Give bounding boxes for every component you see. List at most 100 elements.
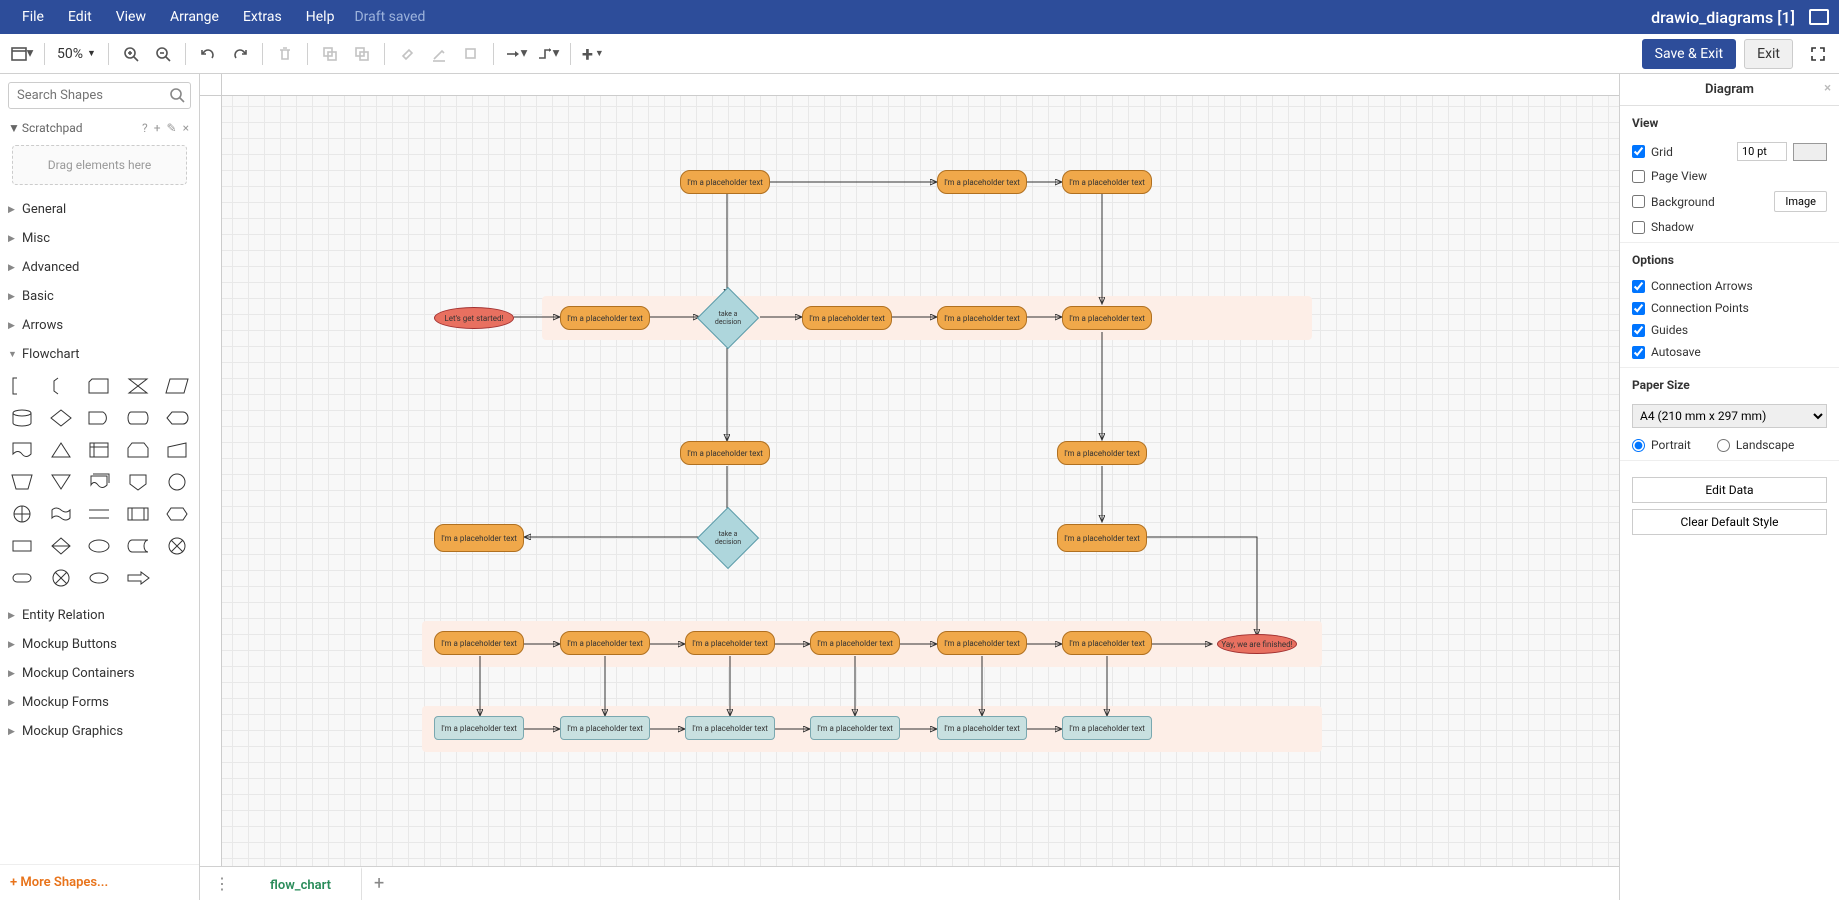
flow-node-proc[interactable]: I'm a placeholder text: [685, 631, 775, 655]
zoom-level[interactable]: 50%▼: [53, 46, 100, 62]
flow-node-proc[interactable]: I'm a placeholder text: [1057, 441, 1147, 465]
flow-node-sub[interactable]: I'm a placeholder text: [434, 716, 524, 740]
shape-merge[interactable]: [45, 469, 78, 495]
shape-terminator[interactable]: [6, 565, 39, 591]
flow-node-proc[interactable]: I'm a placeholder text: [1062, 631, 1152, 655]
to-back-button[interactable]: [348, 40, 376, 68]
add-page-tab-button[interactable]: +: [362, 873, 396, 894]
undo-button[interactable]: [194, 40, 222, 68]
menu-view[interactable]: View: [104, 0, 158, 34]
shape-ellipse2[interactable]: [83, 565, 116, 591]
conn-points-checkbox[interactable]: [1632, 302, 1645, 315]
category-mockup-forms[interactable]: ▶Mockup Forms: [0, 688, 199, 717]
flow-node-end[interactable]: Yay, we are finished!: [1217, 634, 1297, 654]
scratchpad-help-icon[interactable]: ?: [140, 121, 150, 135]
category-mockup-buttons[interactable]: ▶Mockup Buttons: [0, 630, 199, 659]
shape-offpage[interactable]: [122, 469, 155, 495]
view-mode-button[interactable]: ▾: [8, 40, 36, 68]
shape-process[interactable]: [6, 533, 39, 559]
shape-multi-doc[interactable]: [83, 469, 116, 495]
scratchpad-add-icon[interactable]: +: [152, 121, 163, 135]
menu-help[interactable]: Help: [294, 0, 347, 34]
window-icon[interactable]: [1809, 9, 1829, 25]
shape-connector[interactable]: [160, 469, 193, 495]
flow-node-proc[interactable]: I'm a placeholder text: [1062, 170, 1152, 194]
flow-node-proc[interactable]: I'm a placeholder text: [560, 631, 650, 655]
shape-direct-data[interactable]: [122, 405, 155, 431]
insert-button[interactable]: +▼: [579, 40, 607, 68]
shape-start[interactable]: [83, 533, 116, 559]
autosave-checkbox[interactable]: [1632, 346, 1645, 359]
shape-preparation[interactable]: [160, 501, 193, 527]
fill-color-button[interactable]: [393, 40, 421, 68]
shape-summing2[interactable]: [45, 565, 78, 591]
shape-tape[interactable]: [45, 501, 78, 527]
category-arrows[interactable]: ▶Arrows: [0, 311, 199, 340]
shape-extract[interactable]: [45, 437, 78, 463]
category-advanced[interactable]: ▶Advanced: [0, 253, 199, 282]
shape-manual-input[interactable]: [160, 437, 193, 463]
shape-card[interactable]: [83, 373, 116, 399]
grid-checkbox[interactable]: [1632, 145, 1645, 158]
flow-node-proc[interactable]: I'm a placeholder text: [680, 441, 770, 465]
document-title[interactable]: drawio_diagrams [1]: [1651, 8, 1795, 27]
flow-node-sub[interactable]: I'm a placeholder text: [560, 716, 650, 740]
shape-annotation[interactable]: [6, 373, 39, 399]
flow-node-decision[interactable]: take a decision: [697, 507, 759, 569]
portrait-radio[interactable]: [1632, 439, 1645, 452]
delete-button[interactable]: [271, 40, 299, 68]
shape-predef-process[interactable]: [122, 501, 155, 527]
search-shapes-input[interactable]: [8, 82, 191, 109]
flow-node-proc[interactable]: I'm a placeholder text: [1062, 306, 1152, 330]
shadow-checkbox[interactable]: [1632, 221, 1645, 234]
shape-sort[interactable]: [45, 533, 78, 559]
flow-node-proc[interactable]: I'm a placeholder text: [434, 631, 524, 655]
flow-node-start[interactable]: Let's get started!: [434, 307, 514, 329]
shape-or[interactable]: [6, 501, 39, 527]
background-checkbox[interactable]: [1632, 195, 1645, 208]
category-mockup-containers[interactable]: ▶Mockup Containers: [0, 659, 199, 688]
more-shapes-button[interactable]: + More Shapes...: [0, 864, 199, 900]
shadow-button[interactable]: [457, 40, 485, 68]
waypoint-button[interactable]: ▾: [534, 40, 562, 68]
save-exit-button[interactable]: Save & Exit: [1642, 39, 1736, 69]
edit-data-button[interactable]: Edit Data: [1632, 477, 1827, 503]
shape-loop-limit[interactable]: [122, 437, 155, 463]
flow-node-proc[interactable]: I'm a placeholder text: [560, 306, 650, 330]
category-basic[interactable]: ▶Basic: [0, 282, 199, 311]
flow-node-proc[interactable]: I'm a placeholder text: [802, 306, 892, 330]
scratchpad-dropzone[interactable]: Drag elements here: [12, 145, 187, 185]
line-color-button[interactable]: [425, 40, 453, 68]
flow-node-proc[interactable]: I'm a placeholder text: [434, 524, 524, 552]
scratchpad-edit-icon[interactable]: ✎: [165, 121, 179, 135]
category-flowchart[interactable]: ▼Flowchart: [0, 340, 199, 369]
zoom-out-button[interactable]: [149, 40, 177, 68]
flow-node-proc[interactable]: I'm a placeholder text: [1057, 524, 1147, 552]
page-tabs-menu-icon[interactable]: ⋮: [204, 874, 240, 893]
flow-node-proc[interactable]: I'm a placeholder text: [937, 306, 1027, 330]
scratchpad-close-icon[interactable]: ×: [181, 121, 191, 135]
menu-edit[interactable]: Edit: [56, 0, 104, 34]
grid-color-swatch[interactable]: [1793, 143, 1827, 161]
connection-button[interactable]: ▾: [502, 40, 530, 68]
menu-arrange[interactable]: Arrange: [158, 0, 231, 34]
flow-node-sub[interactable]: I'm a placeholder text: [1062, 716, 1152, 740]
to-front-button[interactable]: [316, 40, 344, 68]
exit-button[interactable]: Exit: [1744, 39, 1793, 69]
clear-style-button[interactable]: Clear Default Style: [1632, 509, 1827, 535]
background-image-button[interactable]: Image: [1774, 191, 1827, 212]
shape-summing[interactable]: [160, 533, 193, 559]
flow-node-proc[interactable]: I'm a placeholder text: [810, 631, 900, 655]
shape-database[interactable]: [6, 405, 39, 431]
grid-size-input[interactable]: [1737, 142, 1787, 161]
page-tab-flowchart[interactable]: flow_chart: [240, 867, 362, 900]
shape-delay[interactable]: [83, 405, 116, 431]
flow-node-sub[interactable]: I'm a placeholder text: [937, 716, 1027, 740]
flow-node-proc[interactable]: I'm a placeholder text: [937, 170, 1027, 194]
paper-size-select[interactable]: A4 (210 mm x 297 mm): [1632, 404, 1827, 428]
shape-stored-data[interactable]: [122, 533, 155, 559]
shape-data[interactable]: [160, 373, 193, 399]
shape-manual-op[interactable]: [6, 469, 39, 495]
category-mockup-graphics[interactable]: ▶Mockup Graphics: [0, 717, 199, 746]
category-general[interactable]: ▶General: [0, 195, 199, 224]
